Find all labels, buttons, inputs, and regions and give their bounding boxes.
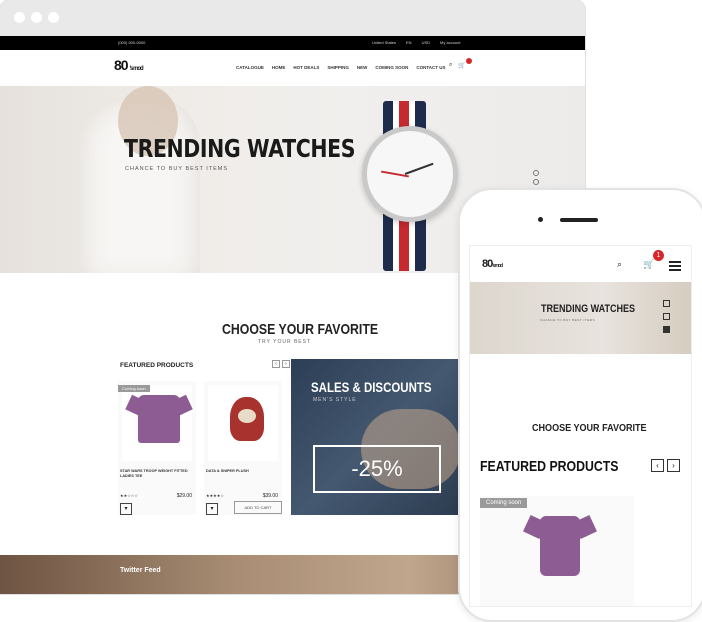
product-price: $29.00 [176,493,192,499]
cart-button-icon[interactable]: ▾ [120,503,132,515]
mobile-slider-dots [663,300,670,333]
section-subtitle: TRY YOUR BEST [258,339,312,345]
watch-hand [381,170,409,178]
account-link[interactable]: My account [440,40,460,45]
rating-stars: ★★★★☆ [206,493,224,498]
currency-selector[interactable]: USD [422,40,430,45]
search-icon[interactable]: ⌕ [449,62,452,69]
slider-dot[interactable] [663,326,670,333]
window-dot-icon[interactable] [31,12,42,23]
nav-item-coming-soon[interactable]: COMING SOON [375,65,408,70]
coming-soon-badge: Coming soon [118,385,150,392]
prev-arrow-icon[interactable]: ‹ [272,360,280,368]
featured-products-title: FEATURED PRODUCTS [120,362,194,369]
cart-button-icon[interactable]: ▾ [206,503,218,515]
product-image[interactable] [208,385,278,461]
product-card[interactable]: DATA & SNIPER PLUSH ★★★★☆ $39.00 ▾ ADD T… [204,381,282,515]
promo-subtitle: MEN'S STYLE [313,397,357,403]
slider-dot[interactable] [533,170,539,176]
watch-hand [404,162,434,175]
phone-camera [538,217,543,222]
discount-badge: -25% [313,445,441,493]
window-dot-icon[interactable] [14,12,25,23]
rating-stars: ★★☆☆☆ [120,493,138,498]
tshirt-image [138,395,180,443]
slider-dot[interactable] [663,300,670,307]
mobile-section-title: CHOOSE YOUR FAVORITE [532,422,647,434]
nav-item-contact-us[interactable]: CONTACT US [416,65,445,70]
mobile-hero-subtitle: CHANCE TO BUY BEST ITEMS [540,318,596,322]
phone-speaker [560,218,598,222]
add-to-cart-button[interactable]: ADD TO CART [234,501,282,514]
mobile-hero-title: TRENDING WATCHES [541,303,636,315]
promo-banner[interactable]: SALES & DISCOUNTS MEN'S STYLE -25% [291,359,466,515]
mobile-phone-frame: 80's mod ⌕ 🛒 1 TRENDING WATCHES CHANCE T… [458,188,702,622]
tshirt-image [540,516,580,576]
hero-title: TRENDING WATCHES [124,134,356,163]
product-card[interactable]: Coming soon STAR WARS TROOP WEIGHT FITTE… [118,381,196,515]
phone-number: (000) 000-0000 [118,40,146,45]
nav-item-hot-deals[interactable]: HOT DEALS [293,65,319,70]
next-arrow-icon[interactable]: › [667,459,680,472]
cart-icon[interactable]: 🛒 [643,259,654,270]
product-name[interactable]: DATA & SNIPER PLUSH [206,469,280,474]
main-nav: CATALOGUE HOME HOT DEALS SHIPPING NEW CO… [236,65,446,70]
mobile-header: 80's mod ⌕ 🛒 1 [470,246,691,282]
coming-soon-badge: Coming soon [480,498,528,508]
mobile-featured-title: FEATURED PRODUCTS [480,458,619,475]
mobile-hero: TRENDING WATCHES CHANCE TO BUY BEST ITEM… [470,282,691,354]
prev-arrow-icon[interactable]: ‹ [651,459,664,472]
top-info-bar: (000) 000-0000 United States EN USD My a… [0,36,585,50]
language-selector[interactable]: EN [406,40,412,45]
logo-small: 's mod [129,66,144,72]
browser-chrome [0,0,585,36]
logo-main: 80 [482,258,493,270]
nav-item-new[interactable]: NEW [357,65,368,70]
nav-item-shipping[interactable]: SHIPPING [327,65,349,70]
window-dot-icon[interactable] [48,12,59,23]
watch-face-image [362,126,458,222]
mobile-product-card[interactable]: Coming soon [480,496,634,606]
promo-title: SALES & DISCOUNTS [311,379,432,395]
plush-image [230,397,264,441]
next-arrow-icon[interactable]: › [282,360,290,368]
logo-small: 's mod [492,263,503,269]
country-selector[interactable]: United States [372,40,396,45]
cart-badge [466,58,472,64]
slider-dot[interactable] [533,179,539,185]
nav-item-home[interactable]: HOME [272,65,286,70]
hamburger-menu-icon[interactable] [669,261,681,273]
mobile-logo[interactable]: 80's mod [482,258,503,270]
product-price: $39.00 [262,493,278,499]
product-name[interactable]: STAR WARS TROOP WEIGHT FITTED LADIES TEE [120,469,194,479]
twitter-feed-title: Twitter Feed [120,567,161,574]
slider-dot[interactable] [663,313,670,320]
product-image[interactable] [122,385,192,461]
cart-icon[interactable]: 🛒 [458,62,465,69]
nav-item-catalogue[interactable]: CATALOGUE [236,65,264,70]
section-title: CHOOSE YOUR FAVORITE [222,321,379,338]
search-icon[interactable]: ⌕ [617,259,622,270]
site-header: 80's mod CATALOGUE HOME HOT DEALS SHIPPI… [0,50,585,87]
logo-main: 80 [114,57,129,73]
hero-subtitle: CHANCE TO BUY BEST ITEMS [125,166,229,172]
cart-count-badge: 1 [653,250,664,261]
mobile-screen: 80's mod ⌕ 🛒 1 TRENDING WATCHES CHANCE T… [469,245,692,607]
site-logo[interactable]: 80's mod [114,57,144,76]
